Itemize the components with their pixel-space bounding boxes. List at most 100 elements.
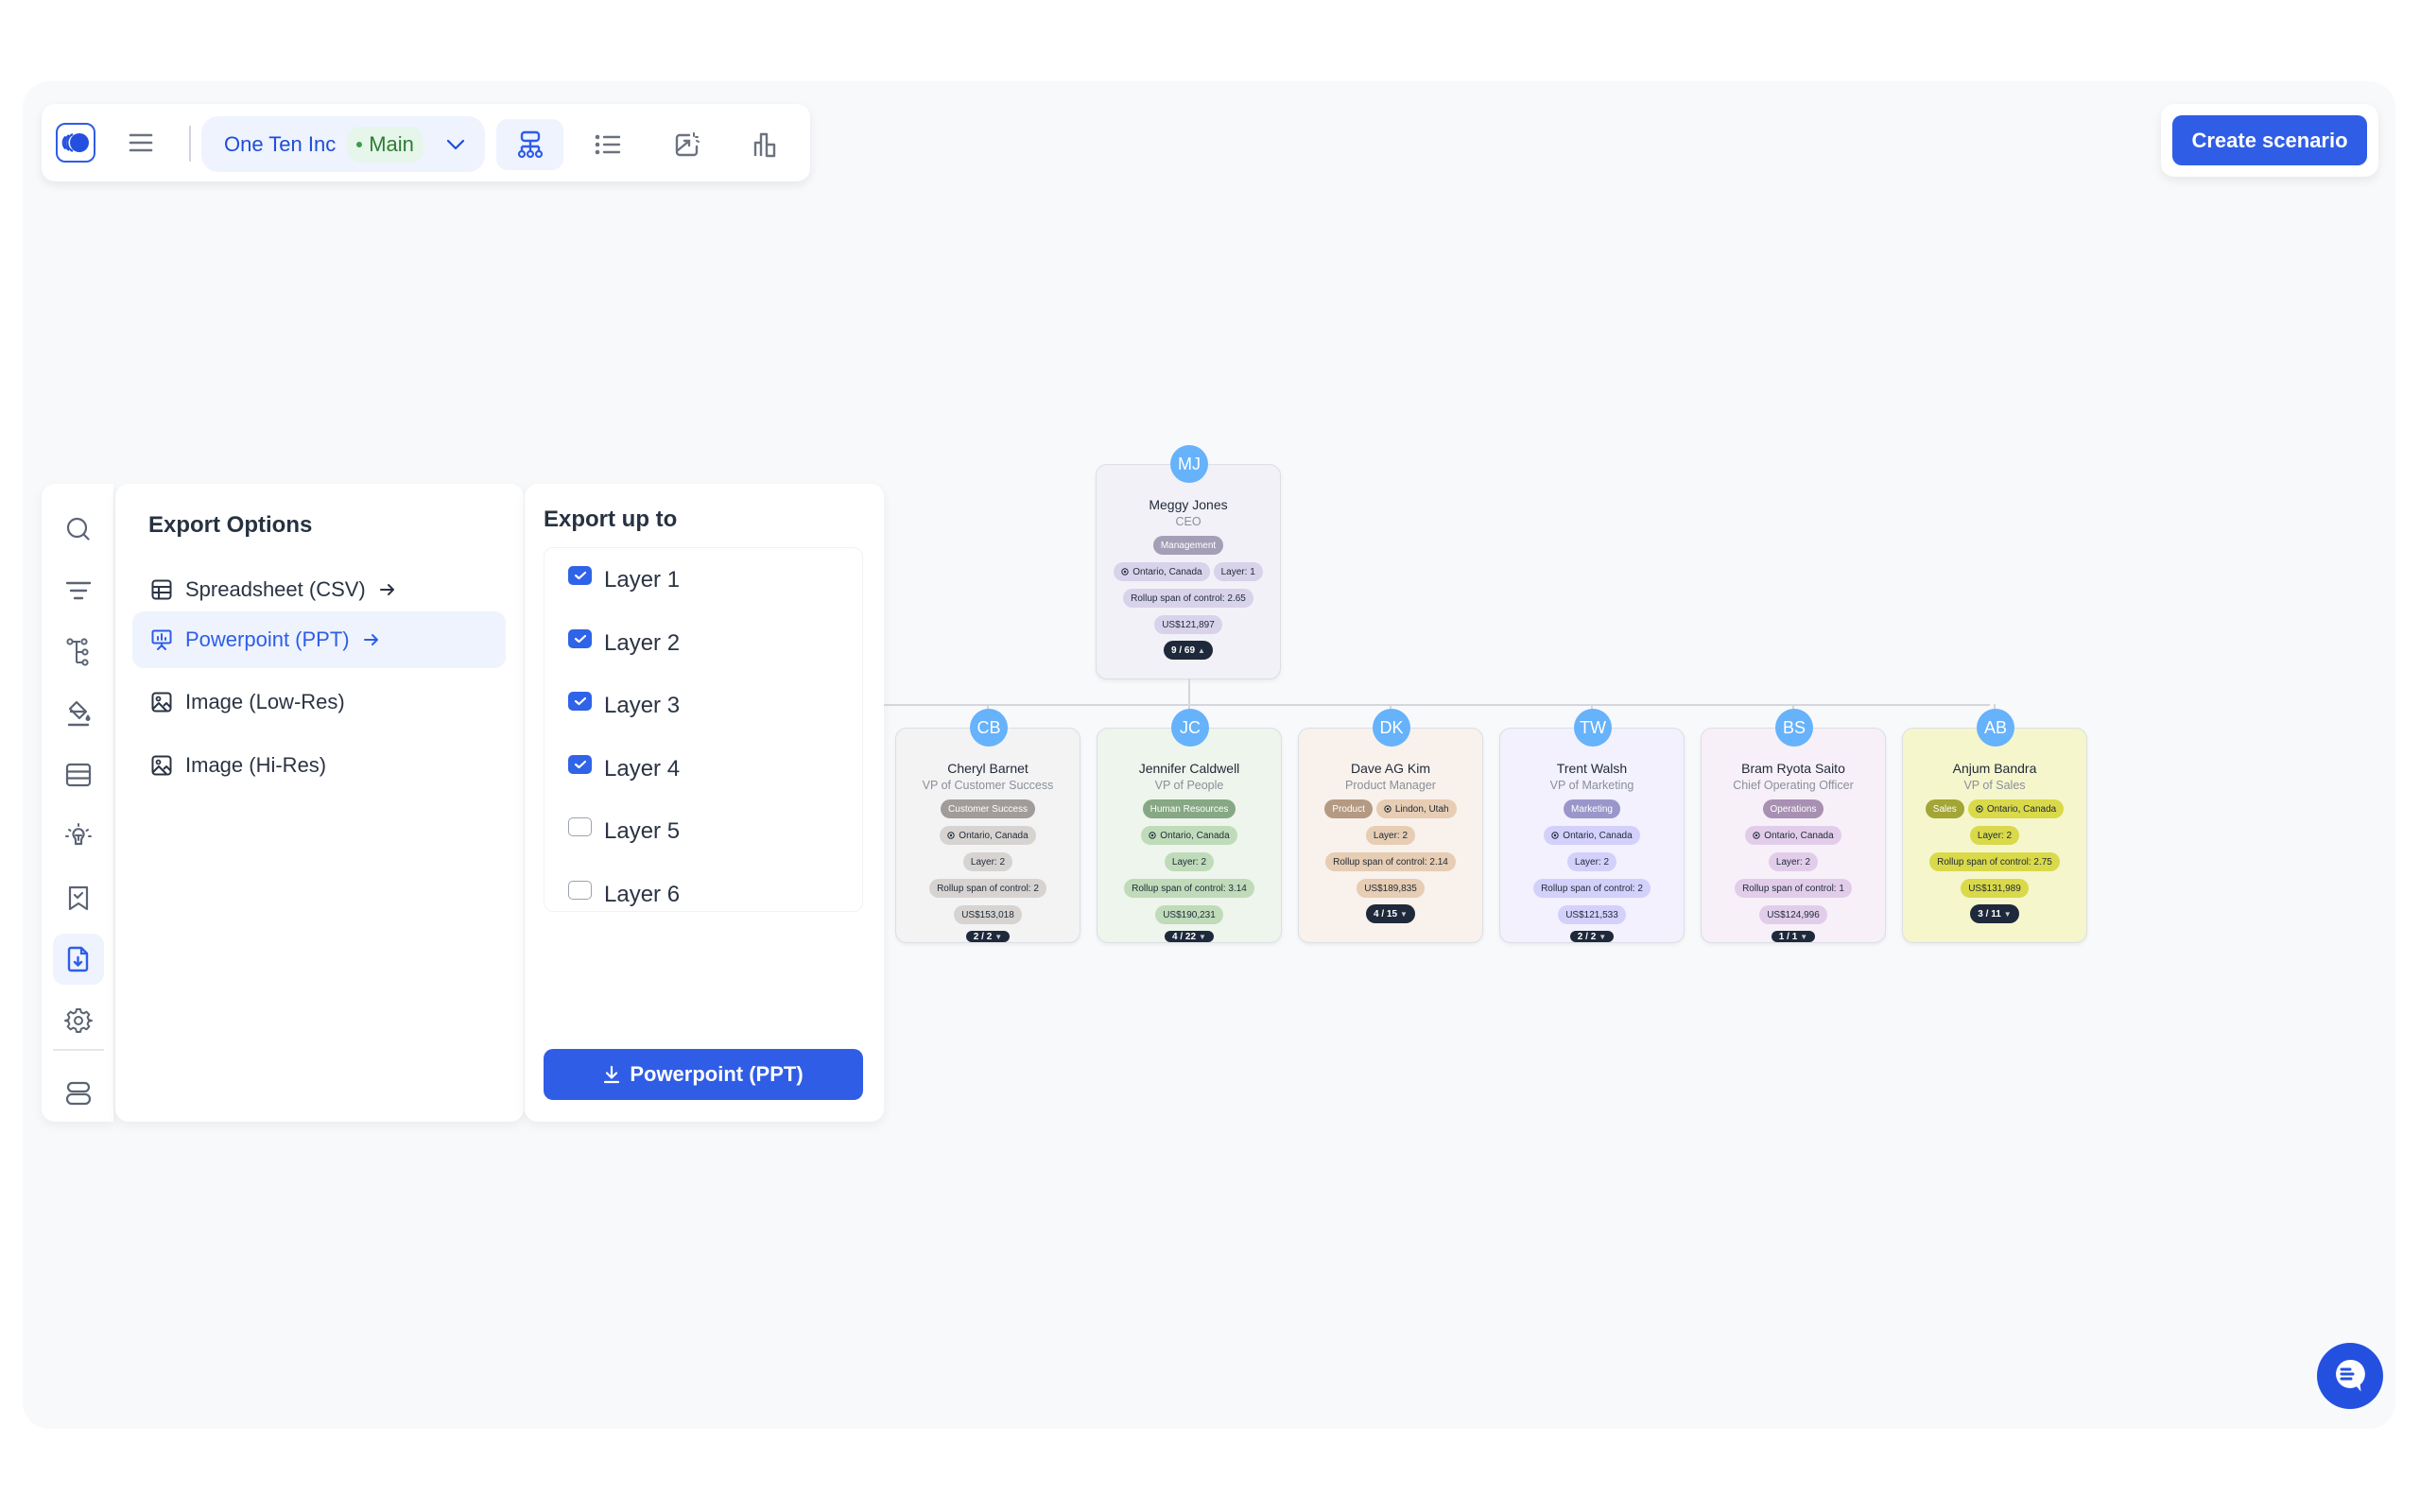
sidebar-item-filter[interactable] xyxy=(53,565,104,616)
avatar: DK xyxy=(1373,709,1410,747)
layer-checkbox-row[interactable]: Layer 4 xyxy=(568,750,680,788)
salary-badge: US$153,018 xyxy=(954,905,1022,924)
sidebar-item-hierarchy[interactable] xyxy=(53,627,104,678)
analytics-view-button[interactable] xyxy=(732,119,799,170)
sidebar-item-export[interactable] xyxy=(53,934,104,985)
employee-name: Cheryl Barnet xyxy=(947,761,1028,776)
export-upto-title: Export up to xyxy=(544,507,678,532)
export-option-image-hi-res[interactable]: Image (Hi-Res) xyxy=(132,737,506,794)
employee-name: Meggy Jones xyxy=(1149,497,1228,512)
rollup-badge-text: Rollup span of control: 2 xyxy=(937,883,1039,894)
checkbox-unchecked[interactable] xyxy=(568,880,592,900)
employee-name: Anjum Bandra xyxy=(1952,761,2037,776)
reports-count-toggle[interactable]: 2 / 2 ▼ xyxy=(1569,931,1615,942)
attribute-pills: Customer Success Ontario, Canada Layer: 2 R… xyxy=(902,799,1074,924)
employee-name: Jennifer Caldwell xyxy=(1138,761,1240,776)
reports-count-toggle[interactable]: 4 / 22 ▼ xyxy=(1165,931,1214,942)
layer-badge-text: Layer: 2 xyxy=(970,856,1006,868)
export-ppt-button[interactable]: Powerpoint (PPT) xyxy=(544,1049,863,1100)
salary-badge: US$190,231 xyxy=(1155,905,1223,924)
location-pin-icon xyxy=(1753,831,1760,839)
app-logo-button[interactable] xyxy=(56,123,95,163)
salary-badge: US$189,835 xyxy=(1357,879,1425,898)
employee-card[interactable]: AB Anjum Bandra VP of Sales Sales Ontario, C… xyxy=(1902,709,2087,943)
arrow-right-icon xyxy=(379,582,396,597)
employee-card[interactable]: DK Dave AG Kim Product Manager Product Lindo… xyxy=(1298,709,1483,943)
department-badge-text: Sales xyxy=(1932,803,1957,815)
chat-support-button[interactable] xyxy=(2317,1343,2383,1409)
salary-badge: US$121,897 xyxy=(1154,615,1222,634)
chevron-down-icon: ▼ xyxy=(1800,932,1808,941)
reports-count: 4 / 15 xyxy=(1374,908,1398,919)
reports-count-toggle[interactable]: 2 / 2 ▼ xyxy=(965,931,1011,942)
menu-button[interactable] xyxy=(123,125,159,161)
employee-name: Bram Ryota Saito xyxy=(1741,761,1845,776)
export-upto-panel: Export up to Layer 1 Layer 2 Layer 3 Layer … xyxy=(525,484,884,1122)
layer-checkbox-row[interactable]: Layer 6 xyxy=(568,876,680,914)
filter-icon xyxy=(65,581,92,600)
list-view-button[interactable] xyxy=(574,119,641,170)
layer-badge-text: Layer: 1 xyxy=(1220,566,1255,577)
reports-count-toggle[interactable]: 1 / 1 ▼ xyxy=(1771,931,1816,942)
avatar: TW xyxy=(1574,709,1612,747)
sidebar-item-styling[interactable] xyxy=(53,688,104,739)
location-badge-text: Ontario, Canada xyxy=(1160,830,1230,841)
chevron-down-icon: ▼ xyxy=(1400,909,1408,919)
export-option-csv[interactable]: Spreadsheet (CSV) xyxy=(132,561,506,618)
checkbox-unchecked[interactable] xyxy=(568,817,592,836)
layer-label: Layer 6 xyxy=(604,881,681,907)
salary-badge-text: US$121,533 xyxy=(1565,909,1618,920)
chevron-down-icon: ▼ xyxy=(1599,932,1607,941)
reports-count-toggle[interactable]: 9 / 69 ▲ xyxy=(1164,641,1213,660)
export-view-button[interactable] xyxy=(653,119,720,170)
employee-card[interactable]: CB Cheryl Barnet VP of Customer Success Cus… xyxy=(895,709,1080,943)
check-icon xyxy=(574,634,586,643)
employee-card[interactable]: BS Bram Ryota Saito Chief Operating Office… xyxy=(1701,709,1886,943)
sidebar-item-bookmarks[interactable] xyxy=(53,872,104,923)
export-option-ppt[interactable]: Powerpoint (PPT) xyxy=(132,611,506,668)
sidebar-item-search[interactable] xyxy=(53,504,104,555)
checkbox-checked[interactable] xyxy=(568,566,592,585)
sidebar-item-layers[interactable] xyxy=(53,1068,104,1119)
company-branch-selector[interactable]: One Ten Inc Main xyxy=(201,116,485,172)
reports-count-toggle[interactable]: 3 / 11 ▼ xyxy=(1970,904,2019,923)
layer-checkbox-row[interactable]: Layer 2 xyxy=(568,625,680,662)
checkbox-checked[interactable] xyxy=(568,628,592,648)
location-badge: Ontario, Canada xyxy=(1141,826,1237,845)
attribute-pills: Product Lindon, Utah Layer: 2 Rollup span o… xyxy=(1305,799,1477,898)
checkbox-checked[interactable] xyxy=(568,692,592,711)
employee-title: VP of Marketing xyxy=(1549,779,1634,792)
employee-card[interactable]: MJ Meggy Jones CEO Management Ontario, Canad… xyxy=(1096,445,1281,679)
connector-line xyxy=(1188,679,1190,705)
layer-badge-text: Layer: 2 xyxy=(1171,856,1207,868)
layer-checkbox-row[interactable]: Layer 1 xyxy=(568,561,680,599)
employee-card[interactable]: TW Trent Walsh VP of Marketing Marketing Ont… xyxy=(1499,709,1685,943)
checkbox-checked[interactable] xyxy=(568,754,592,774)
export-option-image-low-res[interactable]: Image (Low-Res) xyxy=(132,674,506,730)
rollup-badge-text: Rollup span of control: 3.14 xyxy=(1132,883,1247,894)
location-badge-text: Ontario, Canada xyxy=(1986,803,2057,815)
hierarchy-icon xyxy=(66,638,89,666)
avatar: AB xyxy=(1977,709,2014,747)
org-chart-view-button[interactable] xyxy=(496,119,563,170)
employee-card[interactable]: JC Jennifer Caldwell VP of People Human Res… xyxy=(1097,709,1282,943)
layer-checkbox-row[interactable]: Layer 3 xyxy=(568,687,680,725)
sidebar-item-table[interactable] xyxy=(53,749,104,800)
layer-label: Layer 1 xyxy=(604,567,681,593)
sidebar-item-insights[interactable] xyxy=(53,811,104,862)
reports-count-toggle[interactable]: 4 / 15 ▼ xyxy=(1366,904,1415,923)
salary-badge-text: US$131,989 xyxy=(1968,883,2021,894)
layer-label: Layer 5 xyxy=(604,818,681,844)
employee-name: Dave AG Kim xyxy=(1350,761,1431,776)
salary-badge-text: US$189,835 xyxy=(1364,883,1417,894)
create-scenario-button[interactable]: Create scenario xyxy=(2172,115,2367,165)
location-badge: Ontario, Canada xyxy=(940,826,1036,845)
check-icon xyxy=(574,760,586,768)
location-badge: Lindon, Utah xyxy=(1375,799,1457,818)
salary-badge: US$131,989 xyxy=(1961,879,2029,898)
branch-badge: Main xyxy=(347,126,424,163)
sidebar-item-settings[interactable] xyxy=(53,995,104,1046)
layer-checkbox-row[interactable]: Layer 5 xyxy=(568,813,680,850)
department-badge-text: Product xyxy=(1332,803,1365,815)
avatar: BS xyxy=(1775,709,1813,747)
